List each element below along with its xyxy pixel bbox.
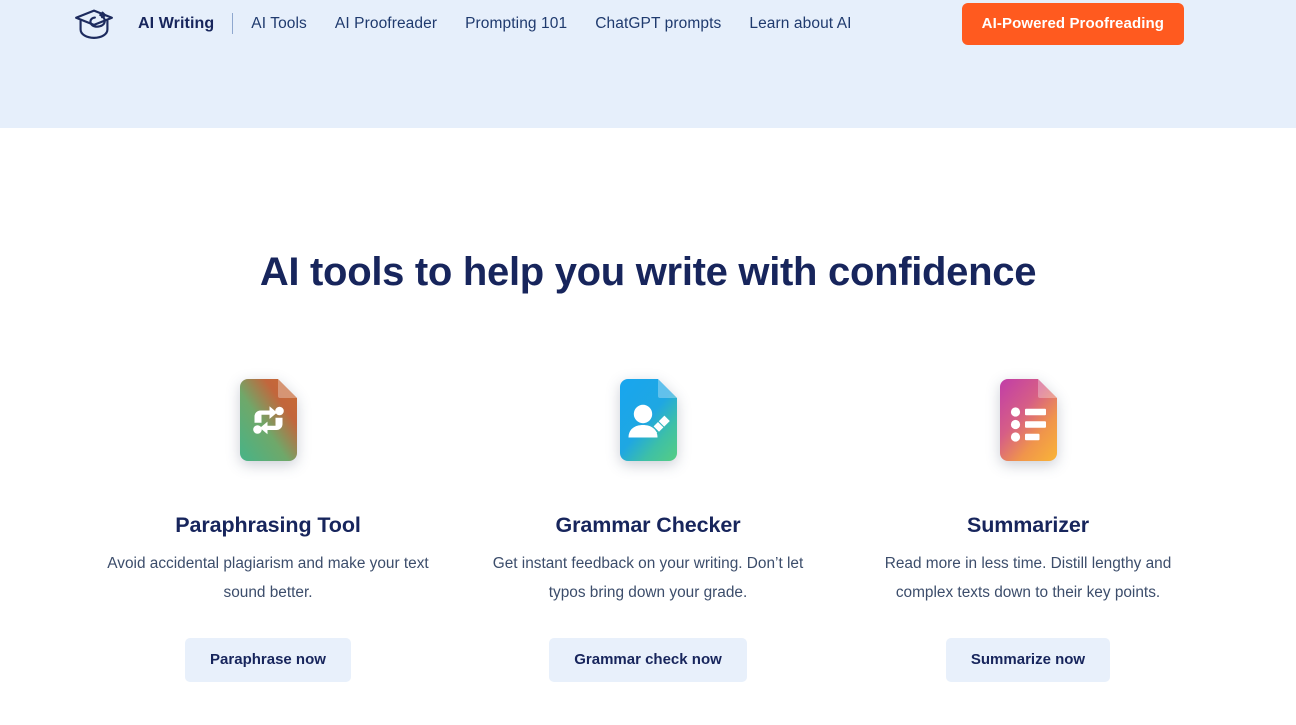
nav-item-chatgpt-prompts[interactable]: ChatGPT prompts — [595, 15, 721, 33]
ai-powered-proofreading-button[interactable]: AI-Powered Proofreading — [961, 2, 1184, 45]
page-title: AI tools to help you write with confiden… — [259, 250, 1037, 294]
nav-links: AI Writing AI Tools AI Proofreader Promp… — [138, 13, 852, 34]
tool-cards-row: Paraphrasing Tool Avoid accidental plagi… — [0, 295, 1296, 682]
nav-item-ai-tools[interactable]: AI Tools — [251, 15, 307, 33]
card-title: Grammar Checker — [555, 513, 741, 537]
paraphrase-document-icon — [239, 379, 297, 461]
card-title: Summarizer — [966, 513, 1090, 537]
primary-navigation-bar: AI Writing AI Tools AI Proofreader Promp… — [0, 0, 1296, 47]
main-content: AI tools to help you write with confiden… — [0, 128, 1296, 682]
header-cta-container: AI-Powered Proofreading — [961, 2, 1184, 45]
card-description: Get instant feedback on your writing. Do… — [492, 555, 804, 601]
graduation-cap-icon[interactable] — [72, 7, 116, 41]
site-header: AI Writing AI Tools AI Proofreader Promp… — [0, 0, 1296, 128]
summarizer-list-document-icon — [999, 379, 1057, 461]
card-description: Read more in less time. Distill lengthy … — [884, 555, 1172, 601]
grammar-check-now-button[interactable]: Grammar check now — [549, 638, 747, 682]
grammar-person-pencil-document-icon — [619, 379, 677, 461]
nav-item-ai-proofreader[interactable]: AI Proofreader — [335, 15, 437, 33]
nav-item-learn-about-ai[interactable]: Learn about AI — [749, 15, 851, 33]
card-title: Paraphrasing Tool — [175, 513, 361, 537]
summarize-now-button[interactable]: Summarize now — [945, 638, 1111, 682]
nav-item-prompting-101[interactable]: Prompting 101 — [465, 15, 567, 33]
tool-card-summarizer[interactable]: Summarizer Read more in less time. Disti… — [838, 379, 1218, 682]
tool-card-paraphrasing[interactable]: Paraphrasing Tool Avoid accidental plagi… — [78, 379, 458, 682]
card-description: Avoid accidental plagiarism and make you… — [107, 555, 429, 601]
nav-divider — [232, 13, 234, 34]
nav-item-ai-writing[interactable]: AI Writing — [138, 15, 214, 33]
paraphrase-now-button[interactable]: Paraphrase now — [185, 638, 351, 682]
tool-card-grammar-checker[interactable]: Grammar Checker Get instant feedback on … — [458, 379, 838, 682]
